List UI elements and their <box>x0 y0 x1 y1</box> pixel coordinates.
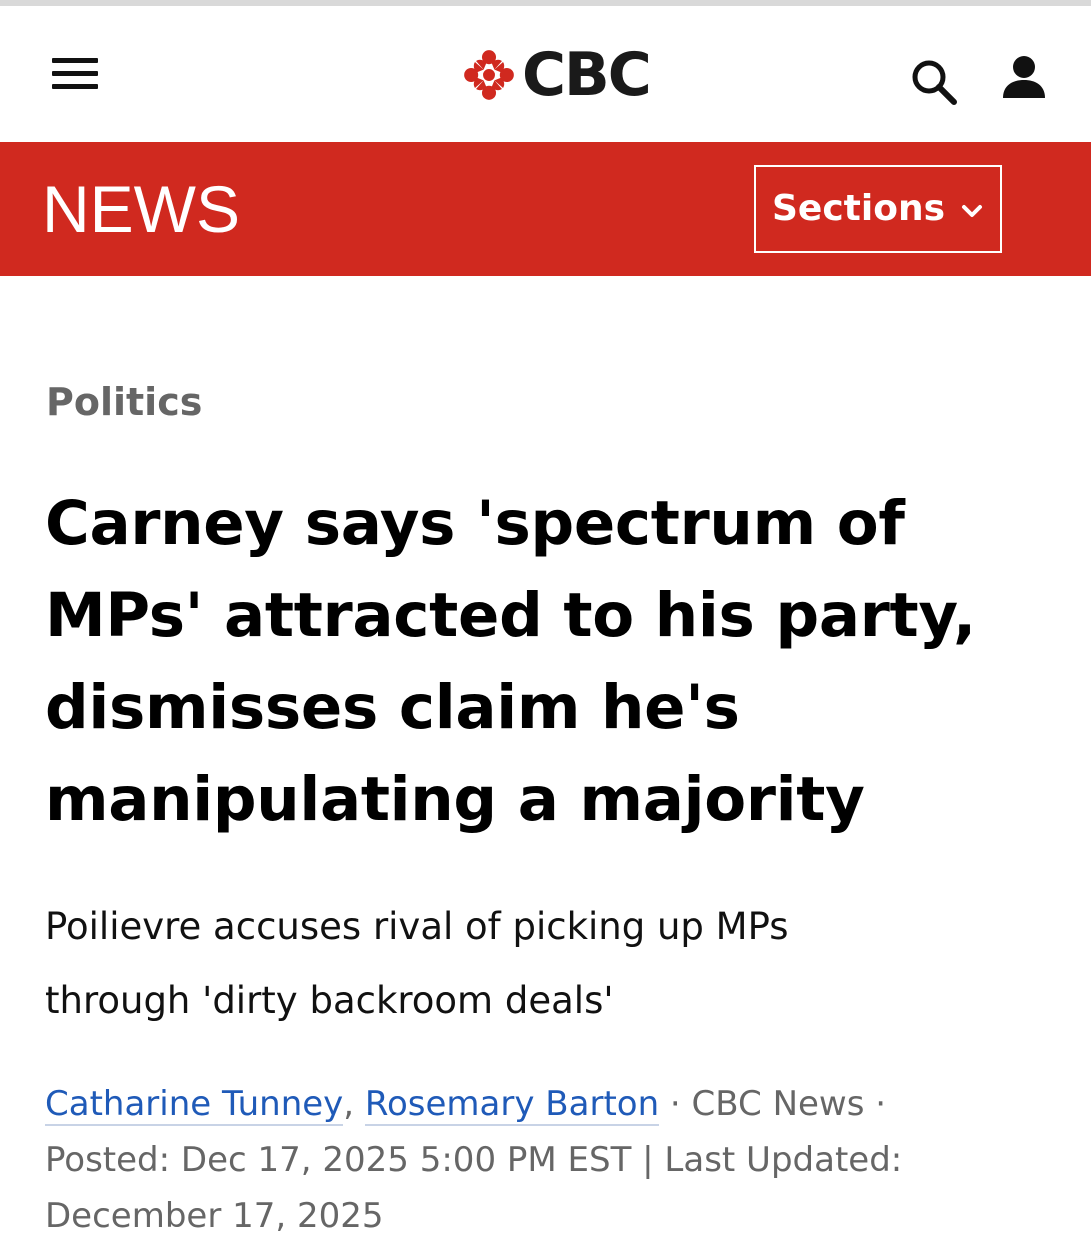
sections-button[interactable]: Sections <box>754 165 1002 253</box>
site-header: CBC <box>0 6 1091 142</box>
source-label: · CBC News · <box>659 1084 887 1124</box>
author-separator: , <box>343 1084 365 1124</box>
cbc-logo[interactable]: CBC <box>462 40 652 110</box>
cbc-gem-icon <box>464 50 514 100</box>
logo-wordmark: CBC <box>522 40 652 110</box>
news-section-bar: NEWS Sections <box>0 142 1091 276</box>
search-icon[interactable] <box>908 56 960 108</box>
chevron-down-icon <box>962 205 983 217</box>
posted-label: Posted: <box>45 1140 181 1180</box>
posted-date: Dec 17, 2025 5:00 PM EST <box>180 1140 632 1180</box>
author-link[interactable]: Rosemary Barton <box>364 1084 660 1126</box>
menu-icon[interactable] <box>52 56 100 92</box>
article-dek: Poilievre accuses rival of picking up MP… <box>45 905 789 1022</box>
author-link[interactable]: Catharine Tunney <box>45 1084 344 1126</box>
article-headline: Carney says 'spectrum of MPs' attracted … <box>45 488 976 835</box>
updated-date: December 17, 2025 <box>45 1196 384 1236</box>
byline: Catharine Tunney, Rosemary Barton · CBC … <box>45 1076 1085 1132</box>
section-title[interactable]: NEWS <box>42 176 240 242</box>
timestamp-line: Posted: Dec 17, 2025 5:00 PM EST | Last … <box>45 1132 1085 1188</box>
sections-label: Sections <box>772 188 946 229</box>
category-kicker[interactable]: Politics <box>46 380 202 426</box>
account-icon[interactable] <box>998 52 1050 104</box>
updated-label: | Last Updated: <box>631 1140 903 1180</box>
